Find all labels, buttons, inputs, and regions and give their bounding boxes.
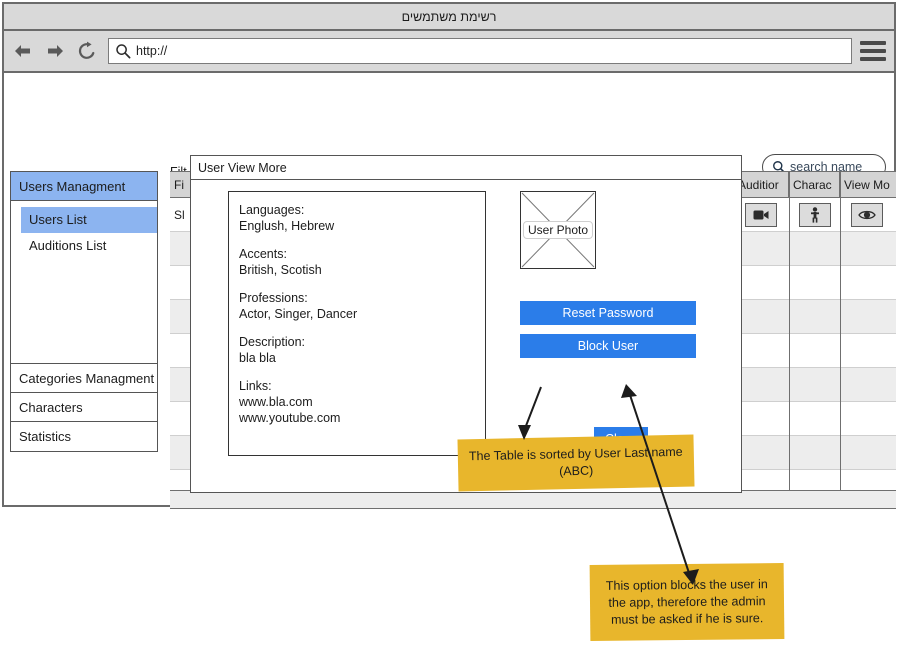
column-divider: [840, 172, 841, 508]
sidebar-item-auditions-list[interactable]: Auditions List: [21, 233, 157, 259]
search-icon: [115, 43, 131, 59]
column-divider: [789, 172, 790, 508]
browser-toolbar: http://: [4, 31, 894, 73]
sidebar-item-statistics[interactable]: Statistics: [11, 422, 157, 451]
table-column-header-view-more[interactable]: View Mo: [840, 172, 896, 198]
detail-value: Actor, Singer, Dancer: [239, 307, 358, 321]
detail-languages: Languages: Englush, Hebrew: [239, 202, 485, 234]
eye-icon[interactable]: [851, 203, 883, 227]
detail-value: bla bla: [239, 351, 276, 365]
user-details-panel: Languages: Englush, Hebrew Accents: Brit…: [228, 191, 486, 456]
app-content: Filt search name Users Managment Users L…: [4, 73, 896, 509]
detail-label: Accents:: [239, 247, 287, 261]
detail-link[interactable]: www.youtube.com: [239, 410, 485, 426]
url-bar[interactable]: http://: [108, 38, 852, 64]
sidebar: Users Managment Users List Auditions Lis…: [10, 171, 158, 452]
annotation-note-block-user: This option blocks the user in the app, …: [589, 562, 785, 642]
detail-label: Description:: [239, 335, 305, 349]
detail-label: Links:: [239, 379, 272, 393]
user-photo-placeholder[interactable]: User Photo: [520, 191, 596, 269]
detail-label: Languages:: [239, 203, 305, 217]
annotation-note-sorted: The Table is sorted by User Last name (A…: [457, 434, 695, 492]
detail-accents: Accents: British, Scotish: [239, 246, 485, 278]
arrow-left-icon[interactable]: [10, 38, 36, 64]
block-user-button[interactable]: Block User: [520, 334, 696, 358]
dialog-title: User View More: [191, 156, 741, 180]
detail-link[interactable]: www.bla.com: [239, 394, 485, 410]
detail-value: Englush, Hebrew: [239, 219, 335, 233]
table-column-header-characters[interactable]: Charac: [789, 172, 840, 198]
reload-icon[interactable]: [74, 38, 100, 64]
sidebar-item-users-list[interactable]: Users List: [21, 207, 157, 233]
arrow-right-icon[interactable]: [42, 38, 68, 64]
hamburger-menu-icon[interactable]: [860, 38, 886, 64]
detail-value: British, Scotish: [239, 263, 322, 277]
reset-password-button[interactable]: Reset Password: [520, 301, 696, 325]
screenshot-root: רשימת משתמשים http:// search name Users …: [0, 0, 900, 646]
sidebar-item-characters[interactable]: Characters: [11, 393, 157, 422]
sidebar-item-users-managment[interactable]: Users Managment: [11, 172, 157, 201]
detail-description: Description: bla bla: [239, 334, 485, 366]
detail-links: Links: www.bla.com www.youtube.com: [239, 378, 485, 426]
sidebar-subitems: Users List Auditions List: [11, 201, 157, 364]
user-photo-label: User Photo: [522, 221, 594, 239]
detail-label: Professions:: [239, 291, 308, 305]
browser-window: רשימת משתמשים http:// search name Users …: [2, 2, 896, 509]
sidebar-item-categories-managment[interactable]: Categories Managment: [11, 364, 157, 393]
detail-professions: Professions: Actor, Singer, Dancer: [239, 290, 485, 322]
url-text: http://: [136, 44, 168, 58]
table-column-header-auditions[interactable]: Auditior: [734, 172, 789, 198]
browser-titlebar: רשימת משתמשים: [4, 4, 894, 31]
person-icon[interactable]: [799, 203, 831, 227]
window-title: רשימת משתמשים: [401, 9, 497, 24]
video-camera-icon[interactable]: [745, 203, 777, 227]
